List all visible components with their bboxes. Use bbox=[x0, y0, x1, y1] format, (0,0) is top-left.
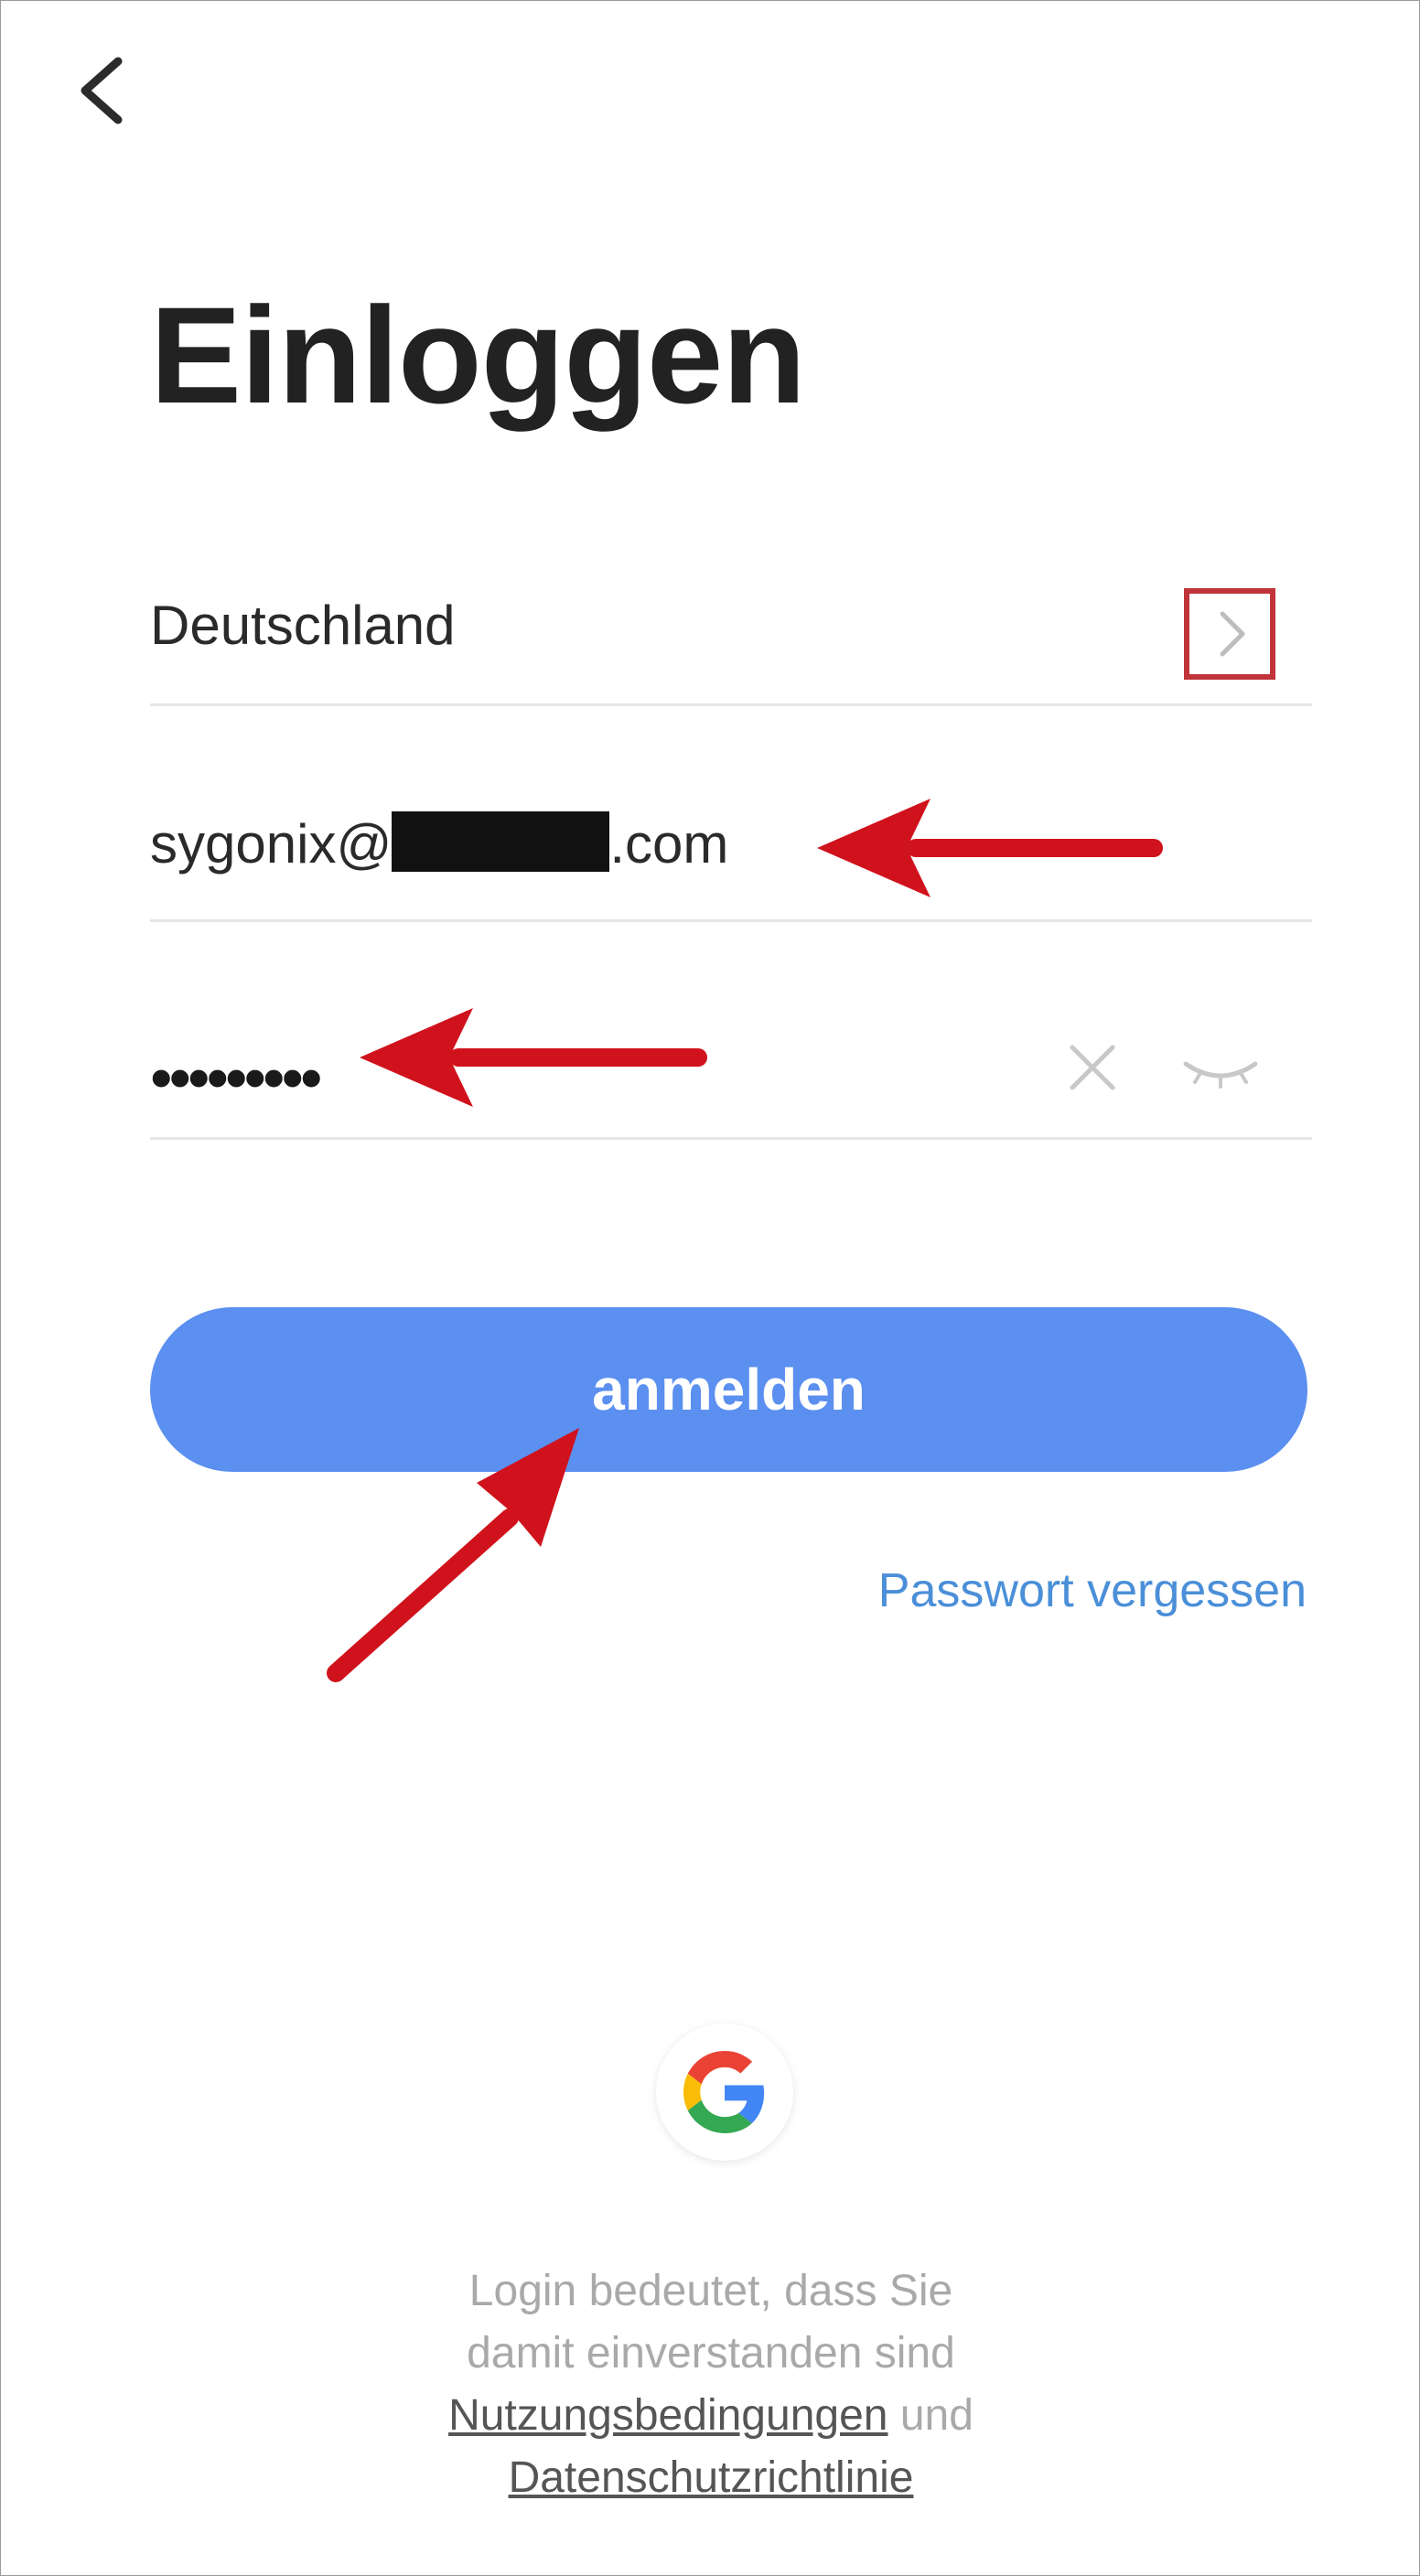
email-suffix: .com bbox=[609, 813, 729, 875]
country-chevron-button[interactable] bbox=[1184, 588, 1275, 680]
close-icon bbox=[1070, 1045, 1115, 1090]
email-prefix: sygonix@ bbox=[150, 813, 393, 875]
forgot-password-link[interactable]: Passwort vergessen bbox=[878, 1563, 1307, 1618]
legal-line-3: Nutzungsbedingungen und bbox=[253, 2385, 1168, 2447]
legal-line-1: Login bedeutet, dass Sie bbox=[468, 2267, 953, 2315]
page-title: Einloggen bbox=[150, 278, 806, 432]
toggle-password-visibility-button[interactable] bbox=[1175, 1031, 1266, 1104]
login-screen: Einloggen Deutschland sygonix@ .com •••••… bbox=[0, 0, 1420, 2576]
back-button[interactable] bbox=[65, 45, 138, 136]
legal-notice: Login bedeutet, dass Sie damit einversta… bbox=[253, 2260, 1168, 2509]
legal-line-2: damit einverstanden sind bbox=[467, 2329, 955, 2377]
chevron-right-icon bbox=[1220, 611, 1245, 657]
password-field[interactable]: ••••••••• bbox=[150, 1005, 1312, 1140]
email-field[interactable]: sygonix@ .com bbox=[150, 788, 1312, 922]
country-selector[interactable]: Deutschland bbox=[150, 568, 1312, 706]
redaction-box bbox=[392, 811, 610, 872]
google-login-button[interactable] bbox=[656, 2023, 793, 2161]
terms-link[interactable]: Nutzungsbedingungen bbox=[448, 2391, 888, 2440]
country-value: Deutschland bbox=[150, 595, 456, 656]
privacy-link[interactable]: Datenschutzrichtlinie bbox=[509, 2453, 914, 2502]
eye-closed-icon bbox=[1183, 1061, 1258, 1089]
google-icon bbox=[683, 2051, 765, 2133]
clear-password-button[interactable] bbox=[1056, 1031, 1129, 1104]
chevron-left-icon bbox=[81, 57, 123, 124]
legal-line-4: Datenschutzrichtlinie bbox=[253, 2447, 1168, 2509]
email-value: sygonix@ .com bbox=[150, 811, 728, 875]
legal-conjunction: und bbox=[899, 2391, 974, 2440]
login-button[interactable]: anmelden bbox=[150, 1307, 1307, 1472]
password-mask: ••••••••• bbox=[150, 1042, 323, 1113]
